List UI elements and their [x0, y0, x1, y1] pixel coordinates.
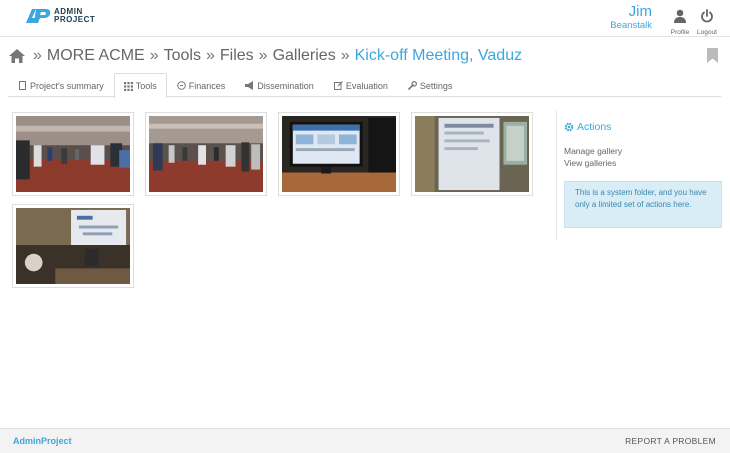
tab-evaluation[interactable]: Evaluation	[324, 73, 398, 97]
tab-label: Tools	[135, 81, 157, 91]
logo-text: ADMIN PROJECT	[54, 8, 95, 24]
user-name[interactable]: Jim Beanstalk	[610, 3, 652, 32]
wrench-icon	[408, 81, 417, 90]
presentation-photo	[16, 208, 130, 284]
report-problem-link[interactable]: REPORT A PROBLEM	[625, 436, 716, 446]
monitor-photo	[282, 116, 396, 192]
power-icon	[701, 9, 713, 23]
breadcrumb-galleries[interactable]: Galleries	[273, 47, 336, 65]
breadcrumb-project[interactable]: MORE ACME	[47, 47, 145, 65]
breadcrumb-tools[interactable]: Tools	[164, 47, 201, 65]
tab-dissemination[interactable]: Dissemination	[235, 73, 324, 97]
conference-hall-photo	[149, 116, 263, 192]
document-icon	[19, 81, 26, 90]
logo-line-2: PROJECT	[54, 15, 96, 24]
tab-label: Dissemination	[257, 80, 314, 91]
actions-sidebar: Actions Manage gallery View galleries Th…	[556, 110, 722, 240]
tab-label: Settings	[419, 80, 453, 91]
user-first-name: Jim	[628, 3, 652, 20]
breadcrumb-separator: »	[149, 47, 159, 64]
logout-label: Logout	[697, 29, 717, 36]
logout-button[interactable]: Logout	[695, 9, 719, 36]
gallery-thumbnail[interactable]	[411, 112, 533, 196]
user-last-name: Beanstalk	[610, 20, 652, 31]
edit-icon	[333, 81, 343, 90]
grid-icon	[123, 81, 133, 91]
megaphone-icon	[245, 81, 254, 90]
bookmark-icon[interactable]	[707, 48, 718, 63]
tab-tools[interactable]: Tools	[113, 73, 167, 98]
tab-label: Project's summary	[30, 80, 104, 91]
tab-settings[interactable]: Settings	[398, 73, 463, 97]
gallery-thumbnail[interactable]	[278, 112, 400, 196]
app-logo[interactable]: ADMIN PROJECT	[25, 8, 95, 24]
gallery-thumbnail[interactable]	[145, 112, 267, 196]
gallery-thumbnail[interactable]	[12, 112, 134, 196]
top-header: ADMIN PROJECT Jim Beanstalk Profile Logo…	[0, 0, 730, 37]
home-icon[interactable]	[9, 49, 25, 63]
gear-icon	[564, 122, 574, 132]
logo-icon	[26, 9, 51, 23]
breadcrumb-current: Kick-off Meeting, Vaduz	[354, 47, 523, 64]
coin-icon	[176, 81, 186, 90]
profile-button[interactable]: Profile	[668, 9, 692, 36]
breadcrumb: » MORE ACME » Tools » Files » Galleries …	[9, 45, 522, 67]
breadcrumb-separator: »	[340, 47, 350, 64]
footer-brand-link[interactable]: AdminProject	[13, 436, 72, 446]
gallery-thumbnail[interactable]	[12, 204, 134, 288]
system-folder-notice: This is a system folder, and you have on…	[564, 181, 722, 228]
breadcrumb-separator: »	[205, 47, 215, 64]
manage-gallery-link[interactable]: Manage gallery	[564, 146, 622, 156]
view-galleries-link[interactable]: View galleries	[564, 158, 616, 168]
user-icon	[674, 9, 686, 23]
breadcrumb-separator: »	[258, 47, 268, 64]
tab-bar: Project's summary Tools Finances Dissemi…	[8, 73, 721, 98]
tab-projects-summary[interactable]: Project's summary	[8, 73, 114, 97]
conference-hall-photo	[16, 116, 130, 192]
footer: AdminProject REPORT A PROBLEM	[0, 428, 730, 453]
actions-title-text: Actions	[577, 121, 612, 133]
profile-label: Profile	[670, 29, 690, 36]
tab-label: Evaluation	[345, 80, 388, 91]
actions-title: Actions	[564, 121, 611, 133]
page: ADMIN PROJECT Jim Beanstalk Profile Logo…	[0, 0, 730, 453]
tab-finances[interactable]: Finances	[167, 73, 236, 97]
projection-screen-photo	[415, 116, 529, 192]
breadcrumb-separator: »	[33, 47, 42, 64]
tab-label: Finances	[188, 80, 226, 91]
breadcrumb-files[interactable]: Files	[220, 47, 254, 65]
